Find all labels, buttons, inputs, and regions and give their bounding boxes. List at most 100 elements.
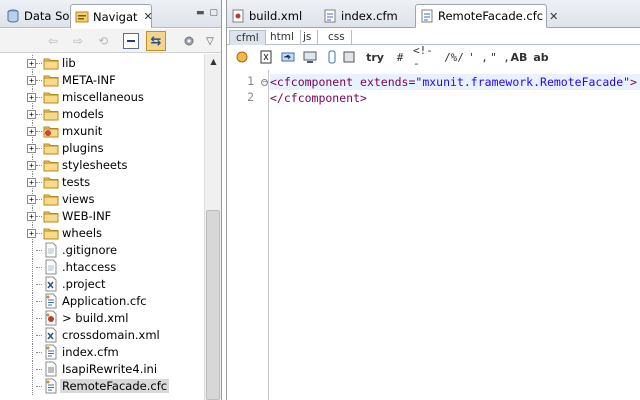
try-button[interactable]: try <box>363 48 387 66</box>
hash-button[interactable]: # <box>393 48 407 66</box>
ant-file-icon <box>231 9 245 23</box>
tree-guide-line <box>32 327 33 344</box>
tree-item[interactable]: > build.xml <box>0 310 204 327</box>
tree-item[interactable]: + WEB-INF <box>0 208 204 225</box>
tree-item[interactable]: + miscellaneous <box>0 89 204 106</box>
tree-connector <box>36 250 42 251</box>
tab-js[interactable]: js <box>297 30 319 45</box>
expand-icon[interactable]: + <box>27 229 36 238</box>
folder-icon <box>43 208 59 224</box>
back-arrow-icon[interactable]: ⇦ <box>44 32 62 50</box>
code-editor[interactable]: 1 2 − <cfcomponent extends="mxunit.frame… <box>227 70 640 400</box>
language-tab-bar: cfml html js css <box>227 29 640 45</box>
navigator-toolbar: ⇦ ⇨ ⟲ ⇆ ▽ <box>0 29 221 53</box>
tree-item[interactable]: .project <box>0 276 204 293</box>
tab-label: Data So <box>24 9 70 23</box>
tree-connector <box>36 301 42 302</box>
expand-icon[interactable]: + <box>27 59 36 68</box>
link-with-editor-button[interactable]: ⇆ <box>146 31 166 51</box>
tree-connector <box>36 216 42 217</box>
minimize-icon[interactable]: ▬ ▢ <box>196 8 219 18</box>
tag-open: <cfcomponent <box>270 75 354 89</box>
attribute-value: "mxunit.framework.RemoteFacade" <box>415 75 631 89</box>
tree-item[interactable]: Application.cfc <box>0 293 204 310</box>
tree-connector <box>36 131 42 132</box>
tree-item[interactable]: + views <box>0 191 204 208</box>
collapse-all-button[interactable] <box>123 33 139 49</box>
comment-button[interactable]: <!-- <box>413 44 439 70</box>
double-quote-button[interactable]: " , <box>489 48 511 66</box>
tab-cfml[interactable]: cfml <box>229 30 266 45</box>
tree-connector <box>36 97 42 98</box>
tree-item-label: miscellaneous <box>62 90 144 104</box>
expand-icon[interactable]: + <box>27 178 36 187</box>
line-number-gutter: 1 2 − <box>227 70 269 400</box>
cfabort-icon[interactable] <box>325 48 339 66</box>
tab-data-source[interactable]: Data So <box>2 4 70 28</box>
tree-connector <box>36 63 42 64</box>
gear-icon[interactable] <box>180 32 198 50</box>
folder-icon <box>43 72 59 88</box>
expand-icon[interactable]: + <box>27 212 36 221</box>
tree-item-label: IsapiRewrite4.ini <box>62 362 158 376</box>
code-line[interactable]: <cfcomponent extends="mxunit.framework.R… <box>270 74 640 90</box>
tree-item[interactable]: crossdomain.xml <box>0 327 204 344</box>
expand-icon[interactable]: + <box>27 144 36 153</box>
view-menu-icon[interactable]: ▽ <box>201 32 219 50</box>
expand-icon[interactable]: + <box>27 161 36 170</box>
scroll-up-icon[interactable]: ▲ <box>206 54 221 69</box>
tree-item[interactable]: + models <box>0 106 204 123</box>
single-quote-button[interactable]: ' , <box>467 48 489 66</box>
close-icon[interactable]: ✕ <box>549 10 558 23</box>
forward-arrow-icon[interactable]: ⇨ <box>69 32 87 50</box>
line-number: 1 <box>247 74 254 88</box>
close-icon[interactable]: ✕ <box>144 10 153 23</box>
tab-html[interactable]: html <box>264 30 301 45</box>
expand-icon[interactable]: + <box>27 127 36 136</box>
tree-item-label: META-INF <box>62 73 116 87</box>
tab-index-cfm[interactable]: index.cfm <box>319 4 411 28</box>
folder-icon <box>43 191 59 207</box>
tree-item[interactable]: + tests <box>0 174 204 191</box>
code-line[interactable]: </cfcomponent> <box>270 90 640 106</box>
tree-item-label: RemoteFacade.cfc <box>60 379 170 393</box>
expand-icon[interactable]: + <box>27 110 36 119</box>
tree-item[interactable]: + stylesheets <box>0 157 204 174</box>
code-content[interactable]: <cfcomponent extends="mxunit.framework.R… <box>270 70 640 400</box>
tab-build-xml[interactable]: build.xml <box>227 4 315 28</box>
go-home-icon[interactable]: ⟲ <box>94 32 112 50</box>
tree-item[interactable]: + lib <box>0 55 204 72</box>
tree-item[interactable]: + plugins <box>0 140 204 157</box>
tag-close: > <box>630 75 637 89</box>
expand-icon[interactable]: + <box>27 93 36 102</box>
tree-item[interactable]: .gitignore <box>0 242 204 259</box>
expand-icon[interactable]: + <box>27 76 36 85</box>
tree-item[interactable]: + mxunit <box>0 123 204 140</box>
lowercase-button[interactable]: ab <box>531 48 551 66</box>
cfcomment-button[interactable]: /%/ <box>441 48 467 66</box>
tree-scrollbar[interactable]: ▲ <box>204 54 221 400</box>
tree-item[interactable]: + META-INF <box>0 72 204 89</box>
tree-connector <box>36 267 42 268</box>
tab-remotefacade-cfc[interactable]: RemoteFacade.cfc ✕ <box>415 4 558 28</box>
tree-item[interactable]: RemoteFacade.cfc <box>0 378 204 395</box>
fold-icon[interactable]: − <box>261 79 268 86</box>
file-icon <box>43 327 59 343</box>
snippet-icon[interactable] <box>233 48 251 66</box>
cfdump-icon[interactable] <box>301 48 319 66</box>
file-icon <box>43 378 59 394</box>
tree-item[interactable]: .htaccess <box>0 259 204 276</box>
tree-item[interactable]: + wheels <box>0 225 204 242</box>
expand-icon[interactable]: + <box>27 195 36 204</box>
scrollbar-thumb[interactable] <box>206 210 220 400</box>
script-icon[interactable] <box>343 48 355 66</box>
tree-item[interactable]: index.cfm <box>0 344 204 361</box>
cfoutput-icon[interactable] <box>279 48 297 66</box>
tab-navigator[interactable]: Navigat ✕ <box>70 4 153 28</box>
uppercase-button[interactable]: AB <box>509 48 529 66</box>
cfset-icon[interactable] <box>257 48 275 66</box>
tab-css[interactable]: css <box>322 30 352 45</box>
tree-item-label: plugins <box>62 141 104 155</box>
tree-item[interactable]: IsapiRewrite4.ini <box>0 361 204 378</box>
file-icon <box>43 310 59 326</box>
